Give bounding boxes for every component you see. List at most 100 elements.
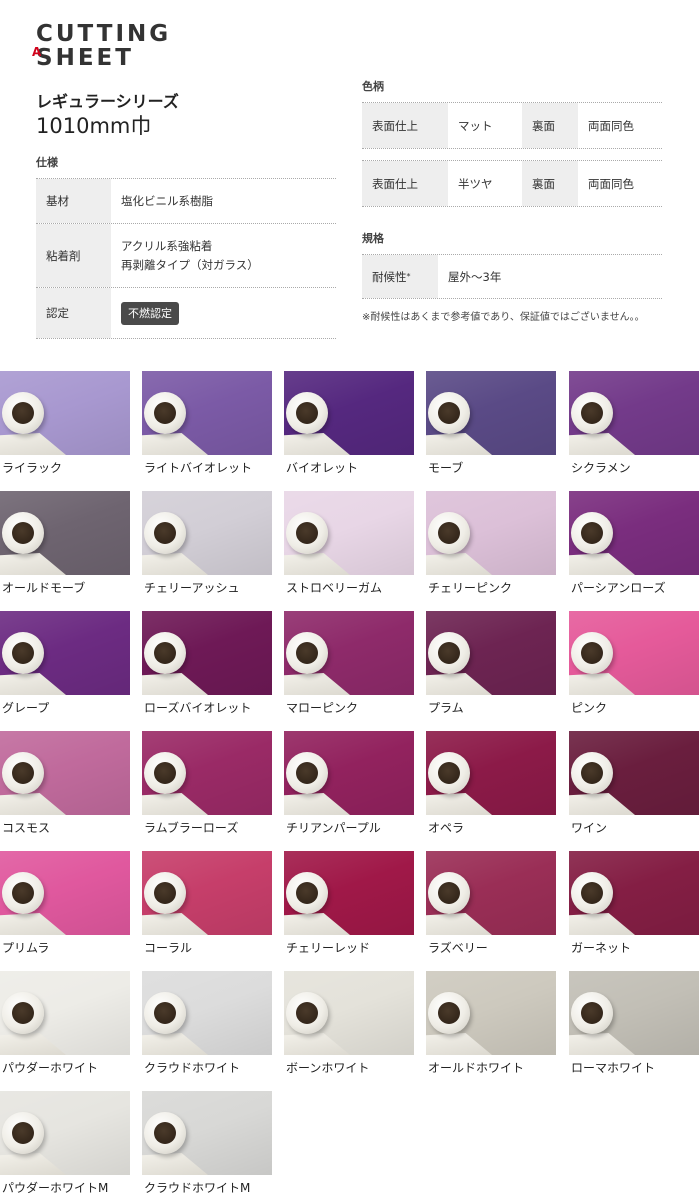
sheet-roll-image xyxy=(426,491,556,575)
sheet-roll-image xyxy=(284,731,414,815)
sheet-roll-image xyxy=(569,731,699,815)
spec-key: 基材 xyxy=(36,179,111,223)
roll-core-icon xyxy=(571,632,613,674)
color-swatch[interactable]: オールドモーブ xyxy=(0,491,130,607)
color-swatch[interactable]: パウダーホワイト xyxy=(0,971,130,1087)
swatch-label: ローズバイオレット xyxy=(144,701,252,715)
sheet-roll-image xyxy=(0,731,130,815)
sheet-roll-image xyxy=(569,971,699,1055)
spec-row-certification: 認定 不燃認定 xyxy=(36,288,336,339)
roll-hole xyxy=(12,882,34,904)
color-swatch[interactable]: ライトバイオレット xyxy=(142,371,272,487)
color-swatch[interactable]: ラムブラーローズ xyxy=(142,731,272,847)
roll-core-icon xyxy=(286,992,328,1034)
color-swatch[interactable]: モーブ xyxy=(426,371,556,487)
color-swatch[interactable]: チェリーレッド xyxy=(284,851,414,967)
roll-core-icon xyxy=(286,392,328,434)
swatch-label: コスモス xyxy=(2,821,51,835)
color-swatch[interactable]: シクラメン xyxy=(569,371,699,487)
color-swatch[interactable]: マローピンク xyxy=(284,611,414,727)
roll-core-icon xyxy=(2,992,44,1034)
standard-key-mark: * xyxy=(406,272,411,281)
pattern-row-matte: 表面仕上 マット 裏面 両面同色 xyxy=(362,102,662,149)
roll-hole xyxy=(581,762,603,784)
roll-core-icon xyxy=(571,992,613,1034)
sheet-roll-image xyxy=(426,851,556,935)
color-swatch[interactable]: パーシアンローズ xyxy=(569,491,699,607)
color-swatch[interactable]: ボーンホワイト xyxy=(284,971,414,1087)
color-swatch[interactable]: ライラック xyxy=(0,371,130,487)
roll-core-icon xyxy=(571,512,613,554)
color-swatch[interactable]: パウダーホワイトM xyxy=(0,1091,130,1200)
color-swatch[interactable]: オペラ xyxy=(426,731,556,847)
roll-hole xyxy=(438,642,460,664)
color-swatch[interactable]: チェリーピンク xyxy=(426,491,556,607)
sheet-roll-image xyxy=(0,971,130,1055)
pattern-key: 表面仕上 xyxy=(362,161,448,206)
roll-core-icon xyxy=(144,1112,186,1154)
roll-core-icon xyxy=(286,872,328,914)
swatch-label: プリムラ xyxy=(2,941,50,955)
color-swatch[interactable]: オールドホワイト xyxy=(426,971,556,1087)
swatch-label: コーラル xyxy=(144,941,193,955)
sheet-roll-image xyxy=(284,851,414,935)
brand-line-2: SHEET xyxy=(36,45,134,71)
color-swatch[interactable]: クラウドホワイトM xyxy=(142,1091,272,1200)
color-swatch[interactable]: ガーネット xyxy=(569,851,699,967)
sheet-roll-image xyxy=(142,611,272,695)
roll-core-icon xyxy=(144,992,186,1034)
color-swatch[interactable]: ラズベリー xyxy=(426,851,556,967)
color-swatch[interactable]: プラム xyxy=(426,611,556,727)
roll-hole xyxy=(12,1002,34,1024)
sheet-roll-image xyxy=(284,371,414,455)
sheet-roll-image xyxy=(426,731,556,815)
sheet-roll-image xyxy=(569,491,699,575)
roll-hole xyxy=(296,882,318,904)
swatch-label: ライトバイオレット xyxy=(144,461,253,475)
roll-core-icon xyxy=(428,992,470,1034)
roll-hole xyxy=(154,1122,176,1144)
roll-hole xyxy=(12,402,34,424)
color-swatch[interactable]: グレープ xyxy=(0,611,130,727)
color-swatch[interactable]: コスモス xyxy=(0,731,130,847)
roll-core-icon xyxy=(2,1112,44,1154)
spec-title: 仕様 xyxy=(36,156,58,169)
swatch-label: ラムブラーローズ xyxy=(144,821,239,835)
color-swatch[interactable]: ローマホワイト xyxy=(569,971,699,1087)
color-swatch[interactable]: チェリーアッシュ xyxy=(142,491,272,607)
color-swatch[interactable]: ストロベリーガム xyxy=(284,491,414,607)
color-swatch[interactable]: ローズバイオレット xyxy=(142,611,272,727)
color-swatch[interactable]: クラウドホワイト xyxy=(142,971,272,1087)
swatch-label: ローマホワイト xyxy=(571,1061,656,1075)
color-swatch[interactable]: ピンク xyxy=(569,611,699,727)
pattern-value: 両面同色 xyxy=(588,176,634,191)
roll-hole xyxy=(296,1002,318,1024)
color-swatch[interactable]: プリムラ xyxy=(0,851,130,967)
swatch-label: シクラメン xyxy=(571,461,631,475)
color-swatch[interactable]: ワイン xyxy=(569,731,699,847)
roll-hole xyxy=(438,402,460,424)
roll-core-icon xyxy=(144,512,186,554)
color-swatch[interactable]: バイオレット xyxy=(284,371,414,487)
swatch-label: チェリーピンク xyxy=(428,581,513,595)
roll-hole xyxy=(12,522,34,544)
swatch-label: ピンク xyxy=(571,701,608,715)
roll-hole xyxy=(296,402,318,424)
roll-core-icon xyxy=(2,632,44,674)
standard-title: 規格 xyxy=(362,232,384,245)
color-swatch[interactable]: チリアンパープル xyxy=(284,731,414,847)
swatch-label: チリアンパープル xyxy=(286,821,381,835)
swatch-label: ラズベリー xyxy=(428,941,488,955)
roll-core-icon xyxy=(571,752,613,794)
sheet-roll-image xyxy=(142,971,272,1055)
pattern-title: 色柄 xyxy=(362,80,384,93)
pattern-value: 両面同色 xyxy=(588,118,634,133)
pattern-value: 半ツヤ xyxy=(458,176,493,191)
roll-hole xyxy=(154,762,176,784)
brand-line-1: CUTTING xyxy=(36,21,172,47)
roll-hole xyxy=(581,882,603,904)
sheet-roll-image xyxy=(0,1091,130,1175)
spec-key: 粘着剤 xyxy=(36,224,111,287)
swatch-label: パーシアンローズ xyxy=(571,581,666,595)
color-swatch[interactable]: コーラル xyxy=(142,851,272,967)
